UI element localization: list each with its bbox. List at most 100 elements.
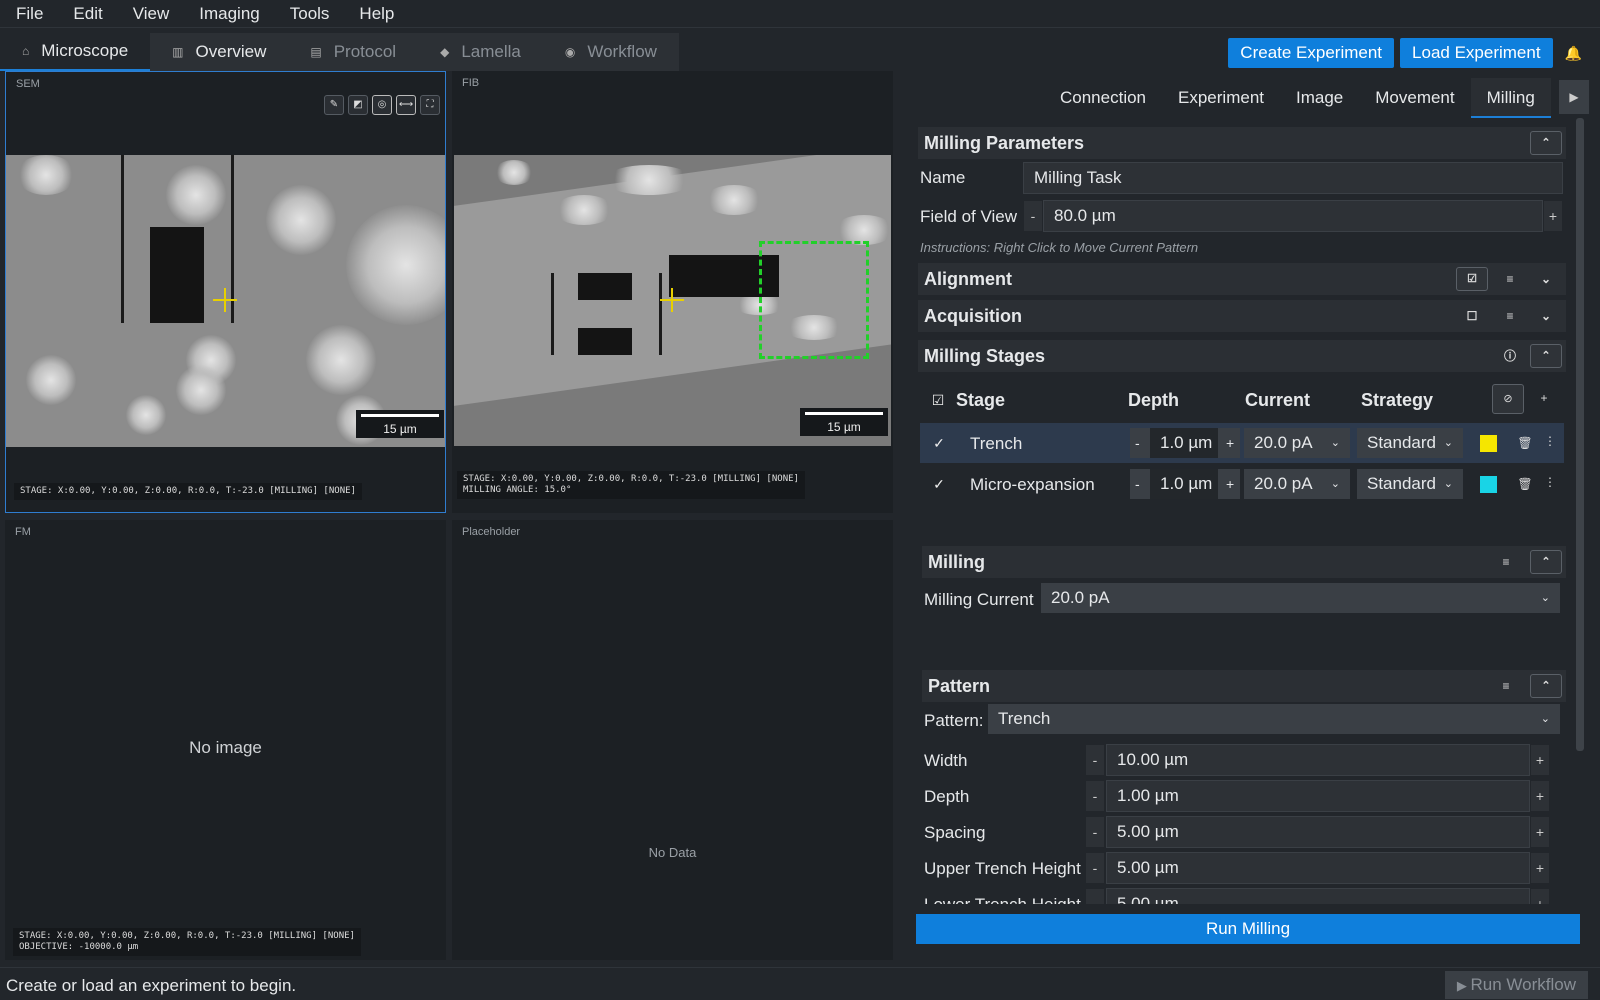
lower-trench-height-field[interactable]: 5.00 µm	[1106, 888, 1530, 904]
hide-icon[interactable]: ⊘	[1492, 384, 1524, 414]
depth-decrement-button[interactable]: -	[1086, 781, 1104, 811]
settings-icon[interactable]: ≡	[1496, 552, 1516, 572]
milling-current-dropdown[interactable]: 20.0 pA ⌄	[1041, 583, 1560, 613]
collapse-icon[interactable]: ⌃	[1530, 344, 1562, 368]
upper-trench-decrement-button[interactable]: -	[1086, 853, 1104, 883]
load-experiment-button[interactable]: Load Experiment	[1400, 38, 1553, 68]
tab-milling[interactable]: Milling	[1470, 78, 1551, 118]
tab-workflow[interactable]: ◉ Workflow	[542, 33, 679, 71]
menu-file[interactable]: File	[16, 4, 43, 24]
menu-help[interactable]: Help	[359, 4, 394, 24]
fov-increment-button[interactable]: +	[1544, 201, 1562, 231]
depth-spinbox[interactable]: -1.0 µm +	[1130, 469, 1240, 499]
menu-view[interactable]: View	[133, 4, 170, 24]
fm-viewer[interactable]: FM No image STAGE: X:0.00, Y:0.00, Z:0.0…	[5, 520, 446, 960]
stage-color-swatch[interactable]	[1480, 476, 1497, 493]
menu-tools[interactable]: Tools	[290, 4, 330, 24]
stage-color-swatch[interactable]	[1480, 435, 1497, 452]
spacing-decrement-button[interactable]: -	[1086, 817, 1104, 847]
map-icon: ▥	[172, 45, 184, 59]
chevron-down-icon[interactable]: ⌄	[1536, 269, 1556, 289]
stage-row[interactable]: ✓ Trench -1.0 µm + 20.0 pA ⌄ Standard ⌄ 🗑 ⋮	[920, 423, 1564, 463]
decrement-icon[interactable]: -	[1135, 469, 1140, 499]
chevron-down-icon: ⌄	[1330, 437, 1340, 449]
fit-icon[interactable]: ⛶	[420, 95, 440, 115]
depth-field[interactable]: 1.00 µm	[1106, 780, 1530, 812]
create-experiment-button[interactable]: Create Experiment	[1228, 38, 1395, 68]
settings-icon[interactable]: ≡	[1500, 306, 1520, 326]
width-increment-button[interactable]: +	[1531, 745, 1549, 775]
increment-icon[interactable]: +	[1226, 428, 1234, 458]
section-title: Milling Stages	[924, 345, 1046, 366]
stage-row[interactable]: ✓ Micro-expansion -1.0 µm + 20.0 pA ⌄ Stan…	[920, 464, 1564, 504]
checkbox-icon[interactable]: ☐	[1462, 306, 1482, 326]
settings-icon[interactable]: ≡	[1496, 676, 1516, 696]
stage-checkbox[interactable]: ✓	[931, 435, 947, 451]
crosshair-icon[interactable]: ◎	[372, 95, 392, 115]
lower-trench-increment-button[interactable]: +	[1531, 889, 1549, 904]
run-workflow-button[interactable]: ▶ Run Workflow	[1444, 971, 1588, 999]
stage-header-row: ☑ Stage Depth Current Strategy ⊘ +	[920, 380, 1564, 418]
tab-movement[interactable]: Movement	[1359, 78, 1470, 118]
panel-scrollbar[interactable]	[1576, 118, 1584, 751]
more-icon[interactable]: ⋮	[1540, 472, 1560, 492]
depth-spinbox[interactable]: -1.0 µm +	[1130, 428, 1240, 458]
name-field[interactable]: Milling Task	[1023, 162, 1563, 194]
sem-image[interactable]	[6, 155, 445, 447]
milling-current-value: 20.0 pA	[1051, 588, 1110, 607]
tab-image[interactable]: Image	[1280, 78, 1359, 118]
tab-scroll-right-icon[interactable]: ▶	[1559, 80, 1589, 114]
strategy-dropdown[interactable]: Standard ⌄	[1357, 428, 1463, 458]
tab-protocol[interactable]: ▤ Protocol	[288, 33, 419, 71]
fov-decrement-button[interactable]: -	[1024, 201, 1042, 231]
milling-angle: MILLING ANGLE: 15.0°	[463, 485, 572, 495]
more-icon[interactable]: ⋮	[1540, 431, 1560, 451]
select-all-checkbox[interactable]: ☑	[930, 392, 946, 408]
collapse-icon[interactable]: ⌃	[1530, 131, 1562, 155]
stage-checkbox[interactable]: ✓	[931, 476, 947, 492]
trash-icon[interactable]: 🗑	[1515, 433, 1535, 453]
fib-viewer[interactable]: FIB 15 µm STAGE: X:0.00, Y:0.00, Z:0.00,…	[452, 71, 893, 513]
upper-trench-increment-button[interactable]: +	[1531, 853, 1549, 883]
current-dropdown[interactable]: 20.0 pA ⌄	[1244, 469, 1350, 499]
collapse-icon[interactable]: ⌃	[1530, 550, 1562, 574]
width-field[interactable]: 10.00 µm	[1106, 744, 1530, 776]
pattern-selection-box[interactable]	[759, 241, 869, 359]
trash-icon[interactable]: 🗑	[1515, 474, 1535, 494]
spacing-increment-button[interactable]: +	[1531, 817, 1549, 847]
pencil-icon[interactable]: ✎	[324, 95, 344, 115]
chevron-down-icon[interactable]: ⌄	[1536, 306, 1556, 326]
strategy-dropdown[interactable]: Standard ⌄	[1357, 469, 1463, 499]
tab-lamella[interactable]: ◆ Lamella	[418, 33, 543, 71]
increment-icon[interactable]: +	[1226, 469, 1234, 499]
pattern-fields: Width - 10.00 µm + Depth - 1.00 µm + Spa…	[918, 741, 1568, 904]
upper-trench-height-field[interactable]: 5.00 µm	[1106, 852, 1530, 884]
width-decrement-button[interactable]: -	[1086, 745, 1104, 775]
bell-icon[interactable]: 🔔	[1565, 45, 1582, 62]
lower-trench-decrement-button[interactable]: -	[1086, 889, 1104, 904]
sem-viewer[interactable]: SEM ✎ ◩ ◎ ⟷ ⛶ 15 µm STAGE: X:0.00, Y:0.0…	[5, 71, 446, 513]
info-icon[interactable]: ⓘ	[1500, 346, 1520, 366]
col-stage: Stage	[956, 390, 1006, 410]
decrement-icon[interactable]: -	[1135, 428, 1140, 458]
add-icon[interactable]: +	[1534, 388, 1554, 408]
settings-icon[interactable]: ≡	[1500, 269, 1520, 289]
pattern-dropdown[interactable]: Trench ⌄	[988, 704, 1560, 734]
spacing-field[interactable]: 5.00 µm	[1106, 816, 1530, 848]
current-dropdown[interactable]: 20.0 pA ⌄	[1244, 428, 1350, 458]
menu-imaging[interactable]: Imaging	[199, 4, 259, 24]
fov-field[interactable]: 80.0 µm	[1043, 200, 1543, 232]
tab-overview[interactable]: ▥ Overview	[150, 33, 289, 71]
depth-increment-button[interactable]: +	[1531, 781, 1549, 811]
collapse-icon[interactable]: ⌃	[1530, 674, 1562, 698]
menu-edit[interactable]: Edit	[73, 4, 102, 24]
checked-icon[interactable]: ☑	[1456, 267, 1488, 291]
measure-icon[interactable]: ⟷	[396, 95, 416, 115]
image-adjust-icon[interactable]: ◩	[348, 95, 368, 115]
run-milling-button[interactable]: Run Milling	[916, 914, 1580, 944]
tab-microscope[interactable]: ⌂ Microscope	[0, 33, 151, 71]
sem-crosshair	[213, 288, 237, 312]
fib-image[interactable]	[454, 155, 891, 446]
tab-experiment[interactable]: Experiment	[1162, 78, 1280, 118]
tab-connection[interactable]: Connection	[1044, 78, 1162, 118]
